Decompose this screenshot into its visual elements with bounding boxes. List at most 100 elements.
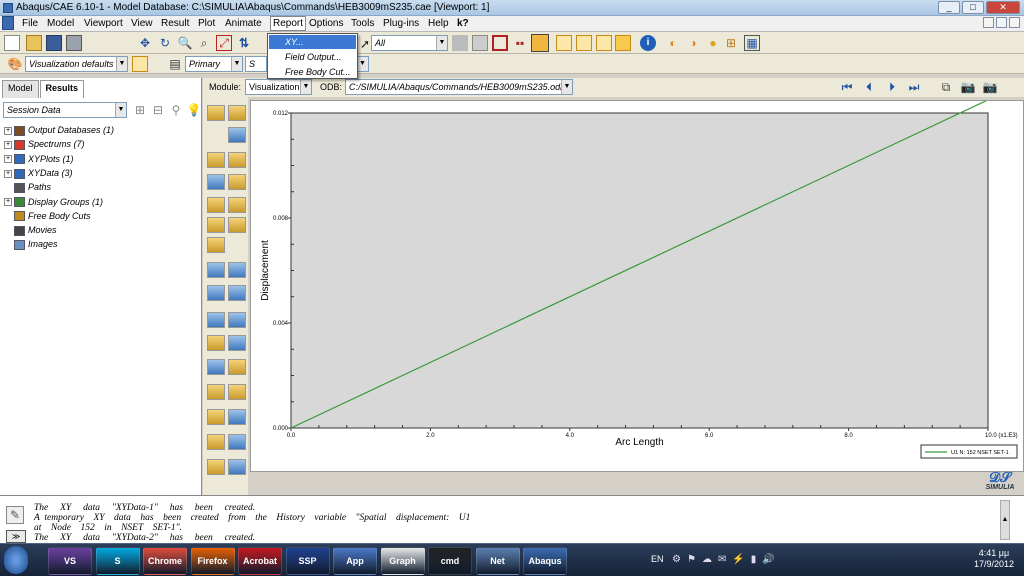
odb-select[interactable]: C:/SIMULIA/Abaqus/Commands/HEB3009mS235.… bbox=[345, 79, 573, 95]
view-cut-icon[interactable] bbox=[132, 56, 148, 72]
box-zoom-icon[interactable]: ⌕ bbox=[196, 35, 212, 51]
xy-plot-options-icon[interactable] bbox=[228, 335, 246, 351]
active-selection-icon[interactable] bbox=[531, 34, 549, 52]
create-path-icon[interactable] bbox=[207, 312, 225, 328]
stress-variable-select[interactable]: S bbox=[245, 56, 267, 72]
collapse-tree-icon[interactable]: ⊟ bbox=[150, 102, 166, 118]
symbol-options-icon[interactable] bbox=[228, 174, 246, 190]
expand-icon[interactable]: + bbox=[4, 198, 12, 207]
message-scrollbar[interactable]: ▲ bbox=[1000, 500, 1010, 540]
query-icon[interactable] bbox=[207, 335, 225, 351]
tree-item[interactable]: + XYPlots (1) bbox=[4, 153, 74, 166]
language-indicator[interactable]: EN bbox=[651, 554, 664, 564]
axis-options-icon[interactable] bbox=[207, 359, 225, 375]
tree-item[interactable]: Images bbox=[4, 238, 58, 251]
command-line-icon[interactable]: ≫ bbox=[6, 530, 26, 543]
pan-icon[interactable]: ✥ bbox=[137, 35, 153, 51]
create-xy-data-icon[interactable] bbox=[228, 285, 246, 301]
menu-view[interactable]: View bbox=[131, 18, 153, 29]
tray-icon[interactable]: ✉ bbox=[718, 554, 726, 565]
frame-selector-icon[interactable]: ⧉ bbox=[938, 79, 954, 95]
taskbar-app-button[interactable]: Chrome bbox=[143, 547, 187, 575]
view-iso-icon[interactable] bbox=[556, 35, 572, 51]
expand-icon[interactable]: + bbox=[4, 140, 12, 149]
report-free-body-cut-item[interactable]: Free Body Cut... bbox=[269, 65, 356, 79]
animate-scale-factor-icon[interactable] bbox=[228, 262, 246, 278]
tree-item[interactable]: + Output Databases (1) bbox=[4, 124, 114, 137]
render-shaded-icon[interactable]: ● bbox=[705, 35, 721, 51]
start-button[interactable] bbox=[4, 546, 28, 574]
movie-camera-icon[interactable]: 📷 bbox=[982, 79, 998, 95]
viewport-restore-icon[interactable] bbox=[996, 17, 1007, 28]
expand-icon[interactable]: + bbox=[4, 155, 12, 164]
menu-result[interactable]: Result bbox=[161, 18, 189, 29]
zoom-icon[interactable]: 🔍 bbox=[177, 35, 193, 51]
plot-material-orientation-icon[interactable] bbox=[228, 152, 246, 168]
menu-tools[interactable]: Tools bbox=[351, 18, 374, 29]
tree-item[interactable]: + XYData (3) bbox=[4, 167, 73, 180]
add-icon[interactable] bbox=[472, 35, 488, 51]
tree-item[interactable]: Paths bbox=[4, 181, 51, 194]
module-select[interactable]: Visualization ▼ bbox=[245, 79, 312, 95]
viewport-minimize-icon[interactable] bbox=[983, 17, 994, 28]
tree-item[interactable]: + Display Groups (1) bbox=[4, 196, 103, 209]
print-icon[interactable] bbox=[66, 35, 82, 51]
palette-icon[interactable]: 🎨 bbox=[7, 56, 23, 72]
menu-file[interactable]: File bbox=[22, 18, 38, 29]
deformation-options-icon[interactable] bbox=[207, 197, 225, 213]
tree-item[interactable]: + Spectrums (7) bbox=[4, 138, 85, 151]
taskbar-app-button[interactable]: Acrobat bbox=[238, 547, 282, 575]
rotate-icon[interactable]: ↻ bbox=[157, 35, 173, 51]
superimpose-options-icon[interactable] bbox=[228, 217, 246, 233]
menu-help[interactable]: Help bbox=[428, 18, 449, 29]
field-output-icon[interactable]: ▤ bbox=[167, 56, 183, 72]
view-top-icon[interactable] bbox=[596, 35, 612, 51]
render-hidden-icon[interactable]: ◑ bbox=[685, 35, 701, 51]
taskbar-app-button[interactable]: cmd bbox=[428, 547, 472, 575]
menu-report[interactable]: Report bbox=[270, 16, 307, 31]
color-manager-icon[interactable] bbox=[228, 459, 246, 475]
context-help-button[interactable]: k? bbox=[457, 18, 469, 29]
color-code-icon[interactable] bbox=[207, 459, 225, 475]
plot-deformed-icon[interactable] bbox=[228, 105, 246, 121]
tray-icon[interactable]: ⚡ bbox=[732, 554, 744, 565]
display-group-manager-icon[interactable] bbox=[228, 434, 246, 450]
previous-frame-icon[interactable]: ⏴ bbox=[861, 79, 877, 95]
view-cut-manager-icon[interactable] bbox=[228, 384, 246, 400]
xy-data-manager-icon[interactable] bbox=[228, 312, 246, 328]
menu-options[interactable]: Options bbox=[309, 18, 343, 29]
plot-symbols-icon[interactable] bbox=[207, 152, 225, 168]
tab-model[interactable]: Model bbox=[2, 80, 39, 98]
network-icon[interactable]: ▮ bbox=[751, 554, 757, 565]
taskbar-app-button[interactable]: App bbox=[333, 547, 377, 575]
render-wireframe-icon[interactable]: ◐ bbox=[665, 35, 681, 51]
probe-icon[interactable]: ▪▪ bbox=[512, 35, 528, 51]
camera-icon[interactable]: 📷 bbox=[960, 79, 976, 95]
taskbar-app-button[interactable]: Abaqus bbox=[523, 547, 567, 575]
taskbar-app-button[interactable]: Net bbox=[475, 547, 520, 575]
clock[interactable]: 4:41 μμ 17/9/2012 bbox=[974, 548, 1014, 570]
menu-model[interactable]: Model bbox=[47, 18, 74, 29]
message-area-toggle-icon[interactable]: ✎ bbox=[6, 506, 24, 524]
ply-stack-icon[interactable] bbox=[228, 197, 246, 213]
highlight-icon[interactable]: 💡 bbox=[186, 102, 202, 118]
primary-variable-select[interactable]: Primary ▼ bbox=[185, 56, 243, 72]
menu-plot[interactable]: Plot bbox=[198, 18, 215, 29]
maximize-button[interactable]: □ bbox=[962, 1, 984, 14]
tree-item[interactable]: Movies bbox=[4, 224, 57, 237]
display-filter-select[interactable]: All ▼ bbox=[371, 35, 448, 51]
menu-viewport[interactable]: Viewport bbox=[84, 18, 123, 29]
tray-icon[interactable]: ⚙ bbox=[672, 554, 681, 565]
tray-icon[interactable]: ☁ bbox=[702, 554, 712, 565]
free-body-cut-icon[interactable] bbox=[207, 384, 225, 400]
session-menu-icon[interactable] bbox=[2, 16, 14, 30]
cycle-views-icon[interactable]: ⇅ bbox=[236, 35, 252, 51]
replace-display-group-icon[interactable] bbox=[228, 409, 246, 425]
menu-animate[interactable]: Animate bbox=[225, 18, 262, 29]
first-frame-icon[interactable]: ⏮ bbox=[839, 79, 855, 95]
render-style-select[interactable]: Visualization defaults ▼ bbox=[25, 56, 128, 72]
taskbar-app-button[interactable]: S bbox=[95, 547, 140, 575]
common-options-icon[interactable] bbox=[207, 217, 225, 233]
animate-time-history-icon[interactable] bbox=[207, 262, 225, 278]
viewport-close-icon[interactable] bbox=[1009, 17, 1020, 28]
